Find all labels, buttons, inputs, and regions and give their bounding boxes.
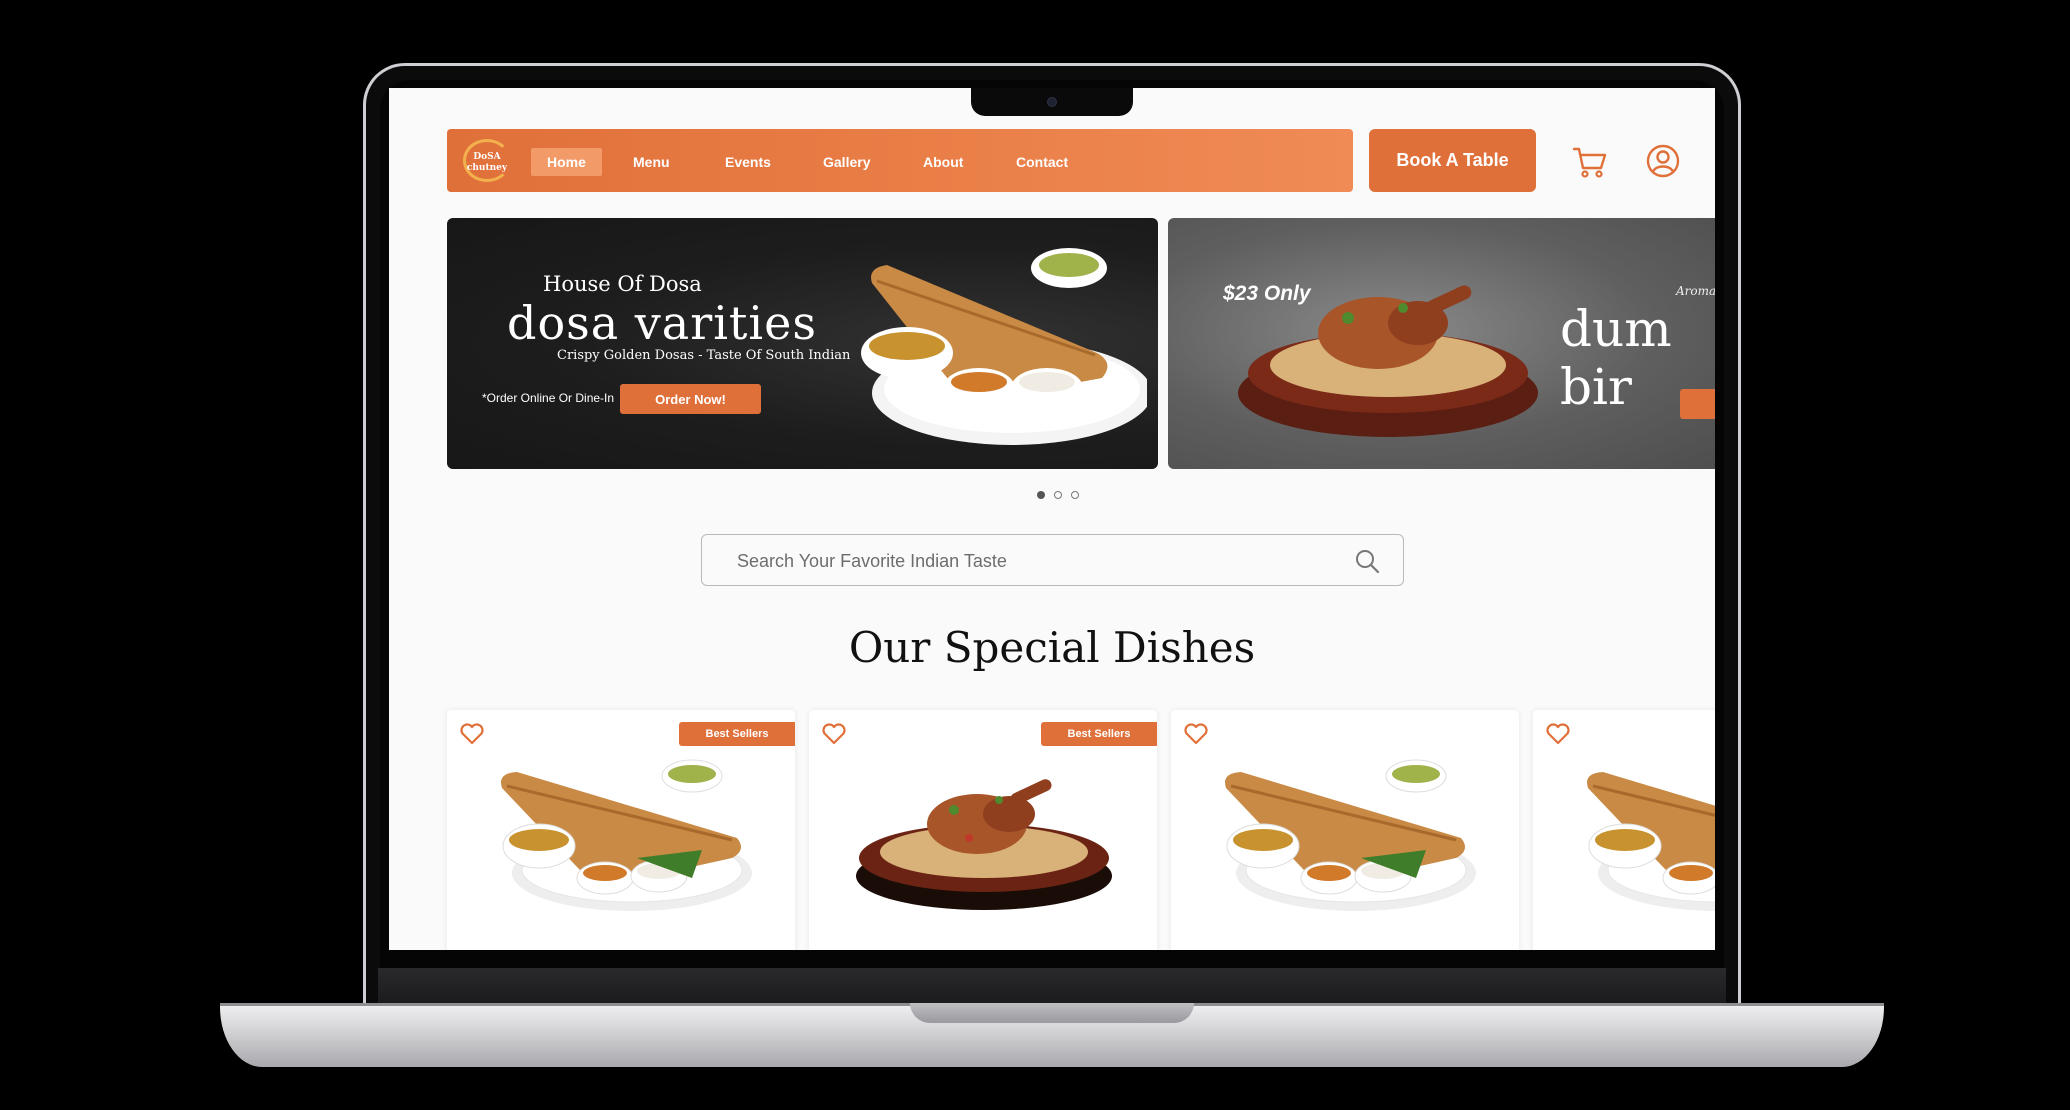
carousel-dot-1[interactable] bbox=[1037, 491, 1045, 499]
nav-item-events[interactable]: Events bbox=[725, 148, 771, 176]
biryani-dish-image bbox=[856, 779, 1112, 910]
banner-cta-button[interactable] bbox=[1680, 389, 1715, 419]
banner-note: *Order Online Or Dine-In bbox=[482, 391, 615, 405]
search-bar bbox=[701, 534, 1404, 586]
main-navbar: DoSA chutney Home Menu Events Gallery Abo… bbox=[447, 129, 1353, 192]
section-title: Our Special Dishes bbox=[848, 623, 1256, 672]
best-seller-badge: Best Sellers bbox=[1041, 722, 1157, 746]
dish-card[interactable]: Best Sellers bbox=[809, 710, 1157, 950]
laptop-opening-notch bbox=[910, 1003, 1194, 1023]
search-input[interactable] bbox=[735, 547, 1299, 575]
laptop-base bbox=[220, 1003, 1884, 1067]
carousel-dot-3[interactable] bbox=[1071, 491, 1079, 499]
dish-card[interactable] bbox=[1533, 710, 1715, 950]
camera-notch bbox=[971, 88, 1133, 116]
heart-icon[interactable] bbox=[1183, 722, 1209, 746]
heart-icon[interactable] bbox=[1545, 722, 1571, 746]
nav-item-about[interactable]: About bbox=[923, 148, 963, 176]
laptop-hinge bbox=[378, 968, 1726, 1005]
nav-item-menu[interactable]: Menu bbox=[633, 148, 670, 176]
book-table-button[interactable]: Book A Table bbox=[1369, 129, 1536, 192]
carousel-dot-2[interactable] bbox=[1054, 491, 1062, 499]
cart-icon[interactable] bbox=[1572, 144, 1608, 180]
heart-icon[interactable] bbox=[821, 722, 847, 746]
dish-card[interactable]: Best Sellers bbox=[447, 710, 795, 950]
nav-item-home[interactable]: Home bbox=[531, 148, 602, 176]
banner-small-title: House Of Dosa bbox=[543, 272, 702, 296]
order-now-button[interactable]: Order Now! bbox=[620, 384, 761, 414]
banner-subtitle: Crispy Golden Dosas - Taste Of South Ind… bbox=[557, 348, 851, 363]
hero-banner-biryani[interactable]: $23 Only Aroma dum bir bbox=[1168, 218, 1715, 469]
best-seller-badge: Best Sellers bbox=[679, 722, 795, 746]
camera-icon bbox=[1047, 97, 1057, 107]
dosa-dish-image bbox=[501, 759, 752, 911]
brand-logo[interactable]: DoSA chutney bbox=[463, 139, 511, 182]
dosa-plate-image bbox=[861, 248, 1147, 445]
nav-item-contact[interactable]: Contact bbox=[1016, 148, 1068, 176]
dosa-dish-image bbox=[1587, 772, 1715, 911]
banner-aroma-text: Aroma bbox=[1676, 284, 1715, 298]
nav-item-gallery[interactable]: Gallery bbox=[823, 148, 870, 176]
search-icon[interactable] bbox=[1354, 548, 1380, 574]
hero-banner-dosa[interactable]: House Of Dosa dosa varities Crispy Golde… bbox=[447, 218, 1158, 469]
banner-main-title: dosa varities bbox=[507, 296, 817, 350]
biryani-bowl-image bbox=[1238, 285, 1538, 437]
dish-card[interactable] bbox=[1171, 710, 1519, 950]
user-icon[interactable] bbox=[1646, 144, 1680, 178]
website-screen: DoSA chutney Home Menu Events Gallery Abo… bbox=[389, 88, 1715, 950]
dosa-dish-image bbox=[1225, 759, 1476, 911]
heart-icon[interactable] bbox=[459, 722, 485, 746]
